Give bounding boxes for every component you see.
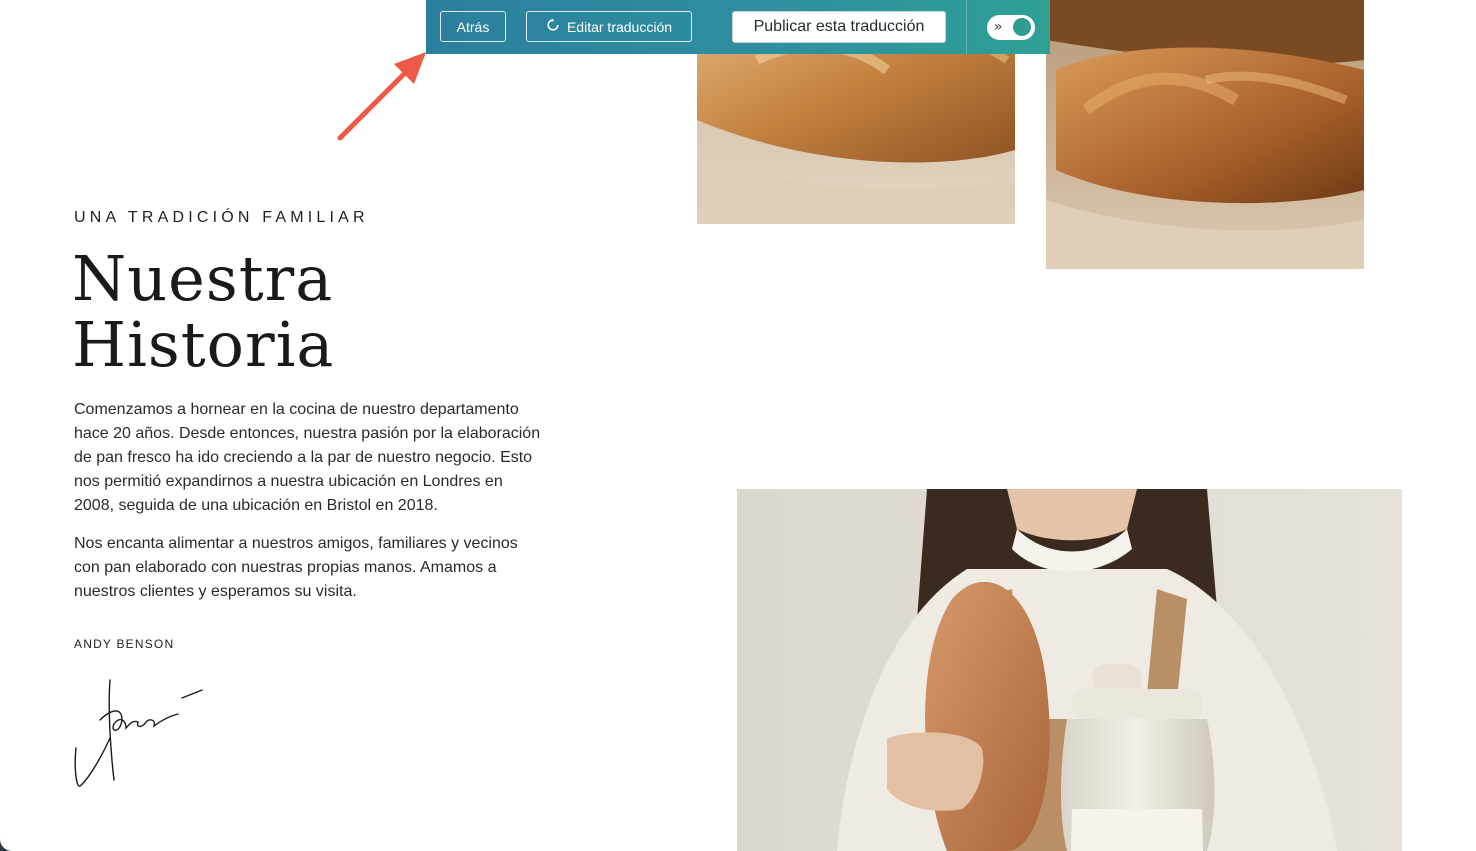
section-eyebrow: UNA TRADICIÓN FAMILIAR bbox=[74, 209, 369, 226]
annotation-arrow-icon bbox=[337, 52, 426, 141]
toggle-knob bbox=[1013, 18, 1031, 36]
edit-translation-label: Editar traducción bbox=[566, 18, 673, 35]
title-line-1: Nuestra bbox=[72, 242, 334, 315]
story-paragraph-1: Comenzamos a hornear en la cocina de nue… bbox=[74, 401, 541, 514]
back-button[interactable]: Atrás bbox=[440, 11, 506, 42]
back-button-label: Atrás bbox=[456, 18, 490, 35]
publish-translation-label: Publicar esta traducción bbox=[753, 18, 925, 35]
toolbar-divider bbox=[966, 0, 967, 54]
story-paragraph-2: Nos encanta alimentar a nuestros amigos,… bbox=[74, 535, 518, 600]
title-line-2: Historia bbox=[72, 308, 335, 381]
author-name: ANDY BENSON bbox=[74, 637, 175, 651]
publish-translation-button[interactable]: Publicar esta traducción bbox=[732, 11, 946, 43]
baguette-stack-photo bbox=[1046, 0, 1364, 269]
page-title: Nuestra Historia bbox=[72, 246, 632, 378]
edit-translation-button[interactable]: Editar traducción bbox=[526, 11, 692, 42]
translation-toolbar: Atrás Editar traducción Publicar esta tr… bbox=[426, 0, 1050, 54]
page: Atrás Editar traducción Publicar esta tr… bbox=[0, 0, 1476, 851]
signature-image bbox=[74, 679, 203, 787]
baker-holding-bread-and-jar-photo bbox=[737, 489, 1402, 851]
refresh-icon bbox=[546, 18, 560, 35]
double-chevron-icon: » bbox=[994, 19, 1003, 35]
toolbar-toggle[interactable]: » bbox=[987, 15, 1035, 40]
